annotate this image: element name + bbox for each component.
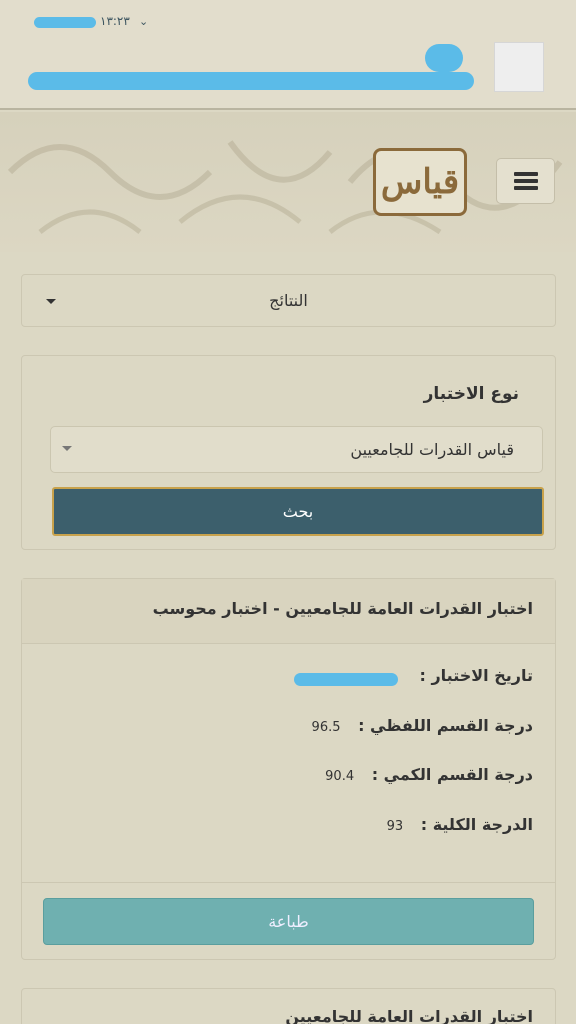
verbal-score-label: درجة القسم اللفظي :: [358, 716, 533, 735]
result-card-header: اختبار القدرات العامة للجامعيين - اختبار…: [22, 579, 555, 644]
test-type-select[interactable]: قياس القدرات للجامعيين: [50, 426, 543, 473]
result-card-title: اختبار القدرات العامة للجامعيين - اختبار…: [152, 599, 533, 618]
verbal-score-row: درجة القسم اللفظي : 96.5: [312, 716, 533, 735]
quant-score-row: درجة القسم الكمي : 90.4: [325, 765, 533, 784]
test-date-label: تاريخ الاختبار :: [419, 666, 533, 685]
menu-button[interactable]: [496, 158, 555, 204]
caret-down-icon: [62, 446, 72, 451]
divider: [22, 882, 555, 883]
total-score-row: الدرجة الكلية : 93: [387, 815, 533, 834]
quant-score-value: 90.4: [325, 769, 355, 784]
result-card: اختبار القدرات العامة للجامعيين - اختبار…: [21, 578, 556, 960]
verbal-score-value: 96.5: [311, 720, 341, 735]
chevron-down-icon[interactable]: ⌄: [139, 15, 148, 28]
qiyas-logo[interactable]: قياس: [373, 148, 467, 216]
quant-score-label: درجة القسم الكمي :: [371, 765, 533, 784]
redaction-scribble: [294, 673, 398, 686]
redaction-scribble: [425, 44, 463, 72]
results-dropdown[interactable]: النتائج: [21, 274, 556, 327]
test-type-panel: نوع الاختبار قياس القدرات للجامعيين بحث: [21, 355, 556, 550]
status-time: ١٣:٢٣: [100, 14, 130, 28]
redaction-scribble: [28, 72, 474, 90]
test-type-value: قياس القدرات للجامعيين: [350, 440, 514, 459]
total-score-label: الدرجة الكلية :: [420, 815, 533, 834]
results-dropdown-label: النتائج: [269, 291, 308, 310]
next-card-title: اختبار القدرات العامة للجامعيين: [285, 1007, 533, 1024]
avatar: [494, 42, 544, 92]
search-button[interactable]: بحث: [52, 487, 544, 536]
test-date-row: تاريخ الاختبار :: [419, 666, 533, 685]
hamburger-icon: [513, 169, 538, 193]
calligraphy-pattern: [7, 140, 563, 235]
site-header: [0, 112, 576, 252]
notification-header: ١٣:٢٣ ⌄: [0, 0, 576, 110]
caret-down-icon: [46, 299, 56, 304]
redaction-scribble: [34, 17, 96, 28]
print-button[interactable]: طباعة: [43, 898, 534, 945]
next-result-card: اختبار القدرات العامة للجامعيين: [21, 988, 556, 1024]
total-score-value: 93: [386, 819, 404, 834]
panel-title: نوع الاختبار: [423, 384, 519, 404]
